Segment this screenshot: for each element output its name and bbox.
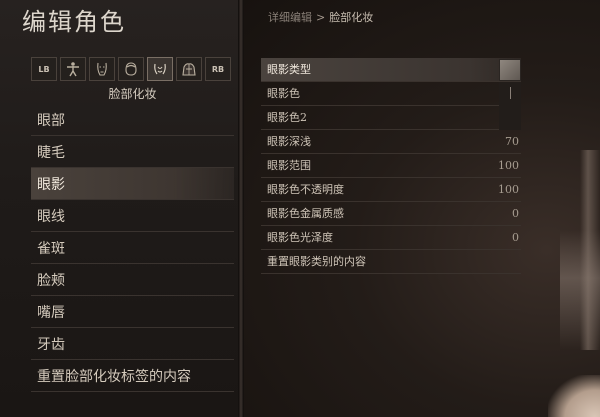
- setting-label: 眼影色金属质感: [267, 207, 344, 220]
- tab-head-hair[interactable]: [118, 57, 144, 81]
- rb-bumper-icon: RB: [211, 64, 225, 74]
- armor-outfit-icon: [182, 63, 196, 76]
- lb-bumper-icon: LB: [38, 64, 50, 74]
- list-item-eyeliner[interactable]: 眼线: [31, 200, 234, 232]
- breadcrumb-current: 脸部化妆: [329, 11, 374, 24]
- makeup-category-list: 眼部 睫毛 眼影 眼线 雀斑 脸颊 嘴唇 牙齿 重置脸部化妆标签的内容: [31, 104, 234, 392]
- setting-label: 眼影范围: [267, 159, 311, 172]
- setting-label: 眼影色: [267, 87, 300, 100]
- section-title: 脸部化妆: [108, 87, 157, 101]
- tab-lb[interactable]: LB: [31, 57, 57, 81]
- tab-body[interactable]: [60, 57, 86, 81]
- page-title: 编辑角色: [22, 8, 126, 36]
- reset-eyeshadow-button[interactable]: 重置眼影类别的内容: [261, 250, 521, 274]
- color-preview: [499, 82, 521, 106]
- setting-eyeshadow-depth[interactable]: 眼影深浅 70: [261, 130, 521, 154]
- setting-eyeshadow-color-2[interactable]: 眼影色2: [261, 106, 521, 130]
- setting-value: 0: [512, 207, 519, 220]
- body-figure-icon: [67, 62, 79, 77]
- setting-eyeshadow-type[interactable]: 眼影类型: [261, 58, 521, 82]
- head-hair-icon: [125, 62, 137, 76]
- eyeshadow-type-preview: [499, 59, 521, 81]
- setting-value: 100: [498, 159, 519, 172]
- makeup-face-icon: [154, 63, 166, 75]
- tab-face[interactable]: [89, 57, 115, 81]
- list-item-teeth[interactable]: 牙齿: [31, 328, 234, 360]
- setting-label: 眼影深浅: [267, 135, 311, 148]
- setting-eyeshadow-color[interactable]: 眼影色: [261, 82, 521, 106]
- character-shoulder: [548, 375, 600, 417]
- breadcrumb-separator: >: [316, 11, 326, 24]
- list-item-freckles[interactable]: 雀斑: [31, 232, 234, 264]
- setting-label: 眼影色2: [267, 111, 307, 124]
- setting-value: 0: [512, 231, 519, 244]
- setting-label: 眼影类型: [267, 63, 311, 76]
- setting-eyeshadow-range[interactable]: 眼影范围 100: [261, 154, 521, 178]
- tab-outfit[interactable]: [176, 57, 202, 81]
- color-marker: [510, 87, 511, 99]
- setting-eyeshadow-gloss[interactable]: 眼影色光泽度 0: [261, 226, 521, 250]
- eyeshadow-settings-list: 眼影类型 眼影色 眼影色2 眼影深浅 70 眼影范围 100 眼影色不透明度 1…: [261, 58, 521, 274]
- face-icon: [97, 62, 107, 76]
- list-item-cheeks[interactable]: 脸颊: [31, 264, 234, 296]
- setting-value: 70: [505, 135, 519, 148]
- setting-label: 眼影色不透明度: [267, 183, 344, 196]
- breadcrumb-parent[interactable]: 详细编辑: [268, 11, 312, 24]
- tab-makeup[interactable]: [147, 57, 173, 81]
- breadcrumb: 详细编辑 > 脸部化妆: [268, 9, 373, 25]
- reset-makeup-tab-button[interactable]: 重置脸部化妆标签的内容: [31, 360, 234, 392]
- setting-label: 重置眼影类别的内容: [267, 255, 366, 268]
- setting-eyeshadow-opacity[interactable]: 眼影色不透明度 100: [261, 178, 521, 202]
- list-item-eyelashes[interactable]: 睫毛: [31, 136, 234, 168]
- tab-rb[interactable]: RB: [205, 57, 231, 81]
- panel-divider: [238, 0, 244, 417]
- category-tab-bar: LB RB: [31, 57, 231, 83]
- setting-eyeshadow-metallic[interactable]: 眼影色金属质感 0: [261, 202, 521, 226]
- list-item-eye[interactable]: 眼部: [31, 104, 234, 136]
- character-hair-highlight: [560, 230, 600, 350]
- setting-label: 眼影色光泽度: [267, 231, 333, 244]
- setting-value: 100: [498, 183, 519, 196]
- color2-preview: [499, 106, 521, 130]
- list-item-lips[interactable]: 嘴唇: [31, 296, 234, 328]
- list-item-eyeshadow[interactable]: 眼影: [31, 168, 234, 200]
